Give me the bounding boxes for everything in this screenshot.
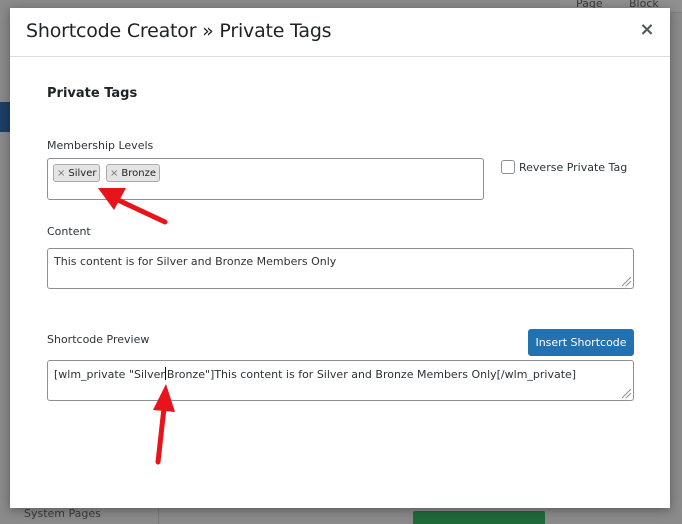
annotation-arrow-icon xyxy=(98,188,168,225)
annotation-arrows xyxy=(98,188,175,465)
annotation-arrow-icon xyxy=(153,384,175,465)
